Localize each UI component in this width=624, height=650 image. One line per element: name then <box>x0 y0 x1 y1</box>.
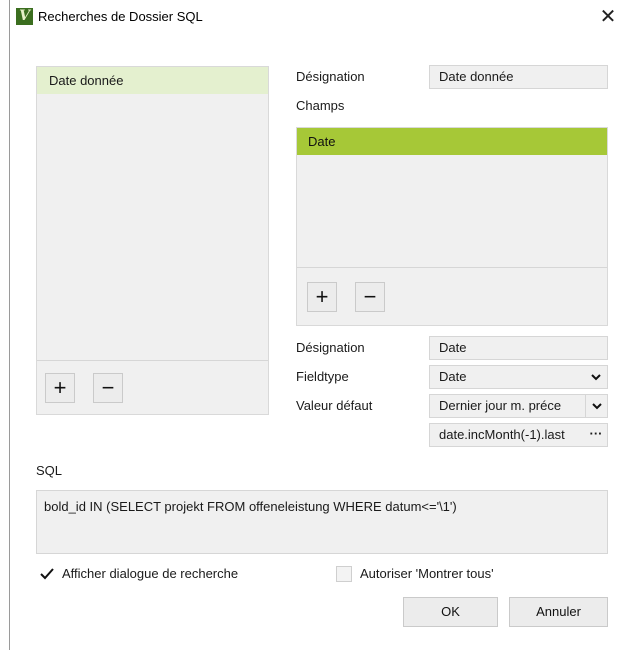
designation-label: Désignation <box>296 69 365 84</box>
plus-icon: + <box>53 375 67 400</box>
chevron-down-icon <box>591 374 601 381</box>
field-designation-label: Désignation <box>296 340 365 355</box>
cancel-button[interactable]: Annuler <box>509 597 608 627</box>
allow-show-all-label: Autoriser 'Montrer tous' <box>360 566 494 581</box>
default-value-select[interactable]: Dernier jour m. préce <box>429 394 608 418</box>
ellipsis-icon: ··· <box>589 426 603 441</box>
fieldtype-label: Fieldtype <box>296 369 349 384</box>
plus-icon: + <box>315 284 329 309</box>
default-value-label: Valeur défaut <box>296 398 373 413</box>
expression-edit-button[interactable]: ··· <box>585 424 607 446</box>
show-dialog-checkbox[interactable] <box>38 565 56 583</box>
show-dialog-label: Afficher dialogue de recherche <box>62 566 239 581</box>
window-title: Recherches de Dossier SQL <box>38 9 203 24</box>
fields-list[interactable] <box>296 127 608 326</box>
expression-field[interactable]: date.incMonth(-1).last ··· <box>429 423 608 447</box>
close-icon: ✕ <box>599 6 617 28</box>
fields-label: Champs <box>296 98 345 113</box>
remove-field-button[interactable]: − <box>355 282 385 312</box>
expression-value: date.incMonth(-1).last <box>439 427 565 442</box>
divider <box>37 360 268 361</box>
fieldtype-select[interactable]: Date <box>429 365 608 389</box>
remove-search-button[interactable]: − <box>93 373 123 403</box>
search-designation-field[interactable]: Date donnée <box>429 65 608 89</box>
chevron-down-icon <box>592 403 602 410</box>
fields-list-item[interactable]: Date <box>297 128 607 155</box>
sql-editor[interactable]: bold_id IN (SELECT projekt FROM offenele… <box>36 490 608 554</box>
minus-icon: − <box>101 375 115 400</box>
search-list-item[interactable]: Date donnée <box>37 67 268 94</box>
add-search-button[interactable]: + <box>45 373 75 403</box>
allow-show-all-checkbox[interactable] <box>336 566 352 582</box>
add-field-button[interactable]: + <box>307 282 337 312</box>
ok-button[interactable]: OK <box>403 597 498 627</box>
sql-label: SQL <box>36 463 63 478</box>
checkmark-icon <box>40 568 54 580</box>
search-list[interactable] <box>36 66 269 415</box>
v-logo-icon: V <box>16 8 33 25</box>
dropdown-toggle[interactable] <box>585 395 607 417</box>
fieldtype-value: Date <box>439 369 467 384</box>
divider <box>297 267 607 268</box>
default-value: Dernier jour m. préce <box>439 398 562 413</box>
minus-icon: − <box>363 284 377 309</box>
field-designation-field[interactable]: Date <box>429 336 608 360</box>
close-button[interactable]: ✕ <box>596 5 620 29</box>
